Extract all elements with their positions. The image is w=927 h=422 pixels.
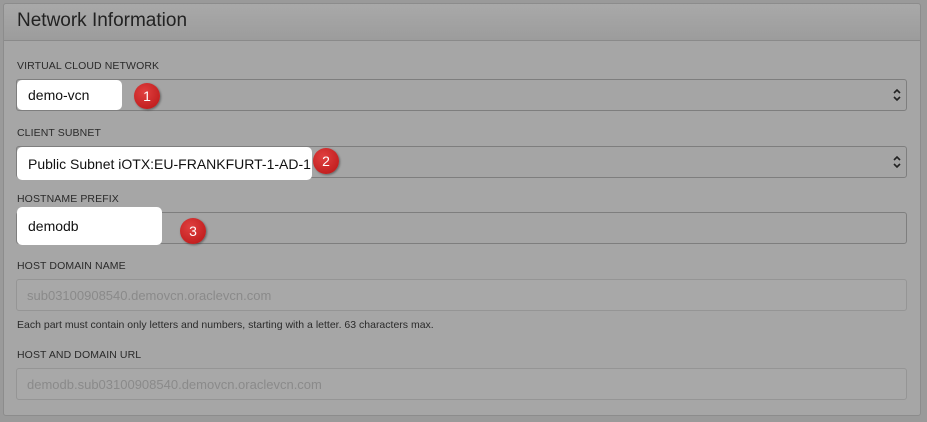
hostname-label: HOSTNAME PREFIX: [17, 193, 119, 205]
callout-badge-2: 2: [313, 148, 339, 174]
domain-value: sub03100908540.demovcn.oraclevcn.com: [27, 288, 272, 303]
hostname-input-value[interactable]: demodb: [17, 207, 162, 245]
domain-label: HOST DOMAIN NAME: [17, 260, 126, 272]
subnet-label: CLIENT SUBNET: [17, 127, 101, 139]
url-value: demodb.sub03100908540.demovcn.oraclevcn.…: [27, 377, 322, 392]
url-field: demodb.sub03100908540.demovcn.oraclevcn.…: [16, 368, 907, 400]
domain-field: sub03100908540.demovcn.oraclevcn.com: [16, 279, 907, 311]
subnet-selected-value[interactable]: Public Subnet iOTX:EU-FRANKFURT-1-AD-1: [17, 147, 312, 180]
callout-badge-3: 3: [180, 218, 206, 244]
chevron-updown-icon: [893, 88, 901, 102]
vcn-label: VIRTUAL CLOUD NETWORK: [17, 60, 160, 72]
chevron-updown-icon: [893, 155, 901, 169]
panel-header: Network Information: [4, 4, 920, 41]
vcn-selected-value[interactable]: demo-vcn: [17, 80, 122, 110]
panel-title: Network Information: [17, 10, 188, 31]
domain-help-text: Each part must contain only letters and …: [17, 319, 434, 331]
callout-badge-1: 1: [134, 83, 160, 109]
url-label: HOST AND DOMAIN URL: [17, 349, 142, 361]
